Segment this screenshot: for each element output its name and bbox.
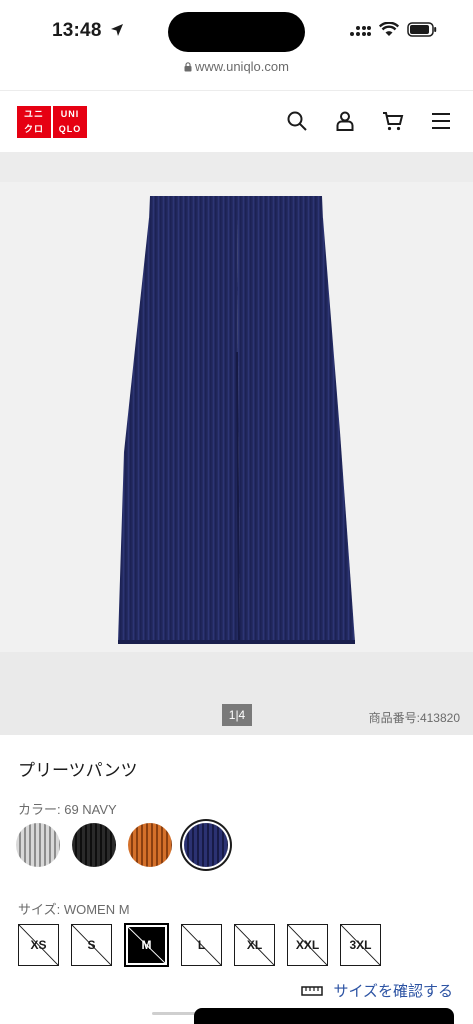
logo-katakana-bottom: クロ: [23, 124, 44, 134]
status-time: 13:48: [52, 20, 102, 41]
url-text: www.uniqlo.com: [195, 59, 289, 74]
lock-icon: [184, 62, 192, 72]
signal-icon: [350, 25, 371, 36]
size-option-xs[interactable]: XS: [18, 924, 59, 966]
size-option-l[interactable]: L: [181, 924, 222, 966]
size-option-label: 3XL: [349, 938, 372, 952]
size-option-label: XXL: [295, 938, 320, 952]
ruler-icon: [301, 985, 324, 996]
color-label: カラー: 69 NAVY: [18, 802, 117, 817]
page-indicator: 1|4: [222, 704, 252, 726]
product-code: 商品番号:413820: [368, 711, 460, 725]
logo-english-block: UNI QLO: [53, 106, 87, 138]
product-name: プリーツパンツ: [18, 761, 138, 780]
bottom-overlay-bar: [194, 1008, 454, 1024]
color-swatch-orange[interactable]: [128, 823, 172, 867]
color-swatch-gray[interactable]: [16, 823, 60, 867]
menu-icon[interactable]: [429, 109, 453, 133]
pleated-pants-image: [0, 152, 473, 735]
uniqlo-logo[interactable]: ユニ クロ UNI QLO: [17, 106, 87, 138]
size-guide-link[interactable]: サイズを確認する: [301, 980, 453, 1001]
color-swatch-black[interactable]: [72, 823, 116, 867]
cart-icon[interactable]: [381, 109, 405, 133]
dynamic-island: [168, 12, 305, 52]
site-header: ユニ クロ UNI QLO: [0, 90, 473, 152]
size-option-3xl[interactable]: 3XL: [340, 924, 381, 966]
color-swatches: [16, 823, 228, 867]
product-image-gallery[interactable]: 1|4 商品番号:413820: [0, 152, 473, 735]
size-option-label: XL: [246, 938, 263, 952]
status-bar: 13:48: [0, 0, 473, 58]
logo-english-top: UNI: [60, 109, 80, 119]
url-bar[interactable]: www.uniqlo.com: [0, 59, 473, 74]
size-option-xl[interactable]: XL: [234, 924, 275, 966]
size-label: サイズ: WOMEN M: [18, 902, 130, 917]
logo-katakana-top: ユニ: [23, 109, 44, 119]
size-guide-label: サイズを確認する: [333, 983, 453, 1000]
size-option-label: M: [141, 938, 152, 952]
size-option-label: S: [87, 938, 96, 952]
header-icons: [285, 109, 453, 133]
search-icon[interactable]: [285, 109, 309, 133]
size-option-s[interactable]: S: [71, 924, 112, 966]
size-option-label: L: [197, 938, 206, 952]
battery-icon: [407, 22, 437, 37]
size-option-label: XS: [30, 938, 47, 952]
wifi-icon: [379, 22, 399, 36]
size-selector: XS S M L XL XXL 3XL: [18, 923, 381, 967]
account-icon[interactable]: [333, 109, 357, 133]
logo-katakana-block: ユニ クロ: [17, 106, 51, 138]
location-arrow-icon: [111, 24, 123, 36]
logo-english-bottom: QLO: [58, 124, 82, 134]
size-option-xxl[interactable]: XXL: [287, 924, 328, 966]
size-option-m[interactable]: M: [124, 923, 169, 967]
color-swatch-navy[interactable]: [184, 823, 228, 867]
